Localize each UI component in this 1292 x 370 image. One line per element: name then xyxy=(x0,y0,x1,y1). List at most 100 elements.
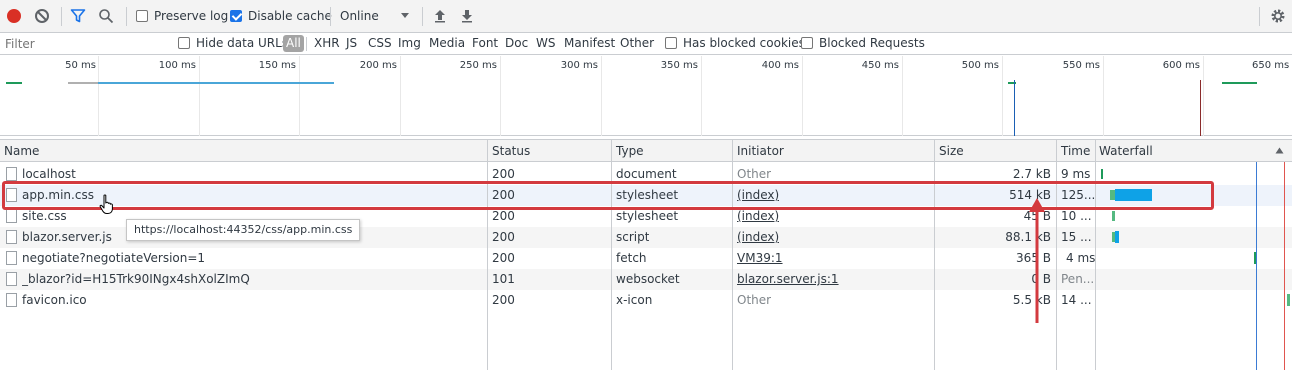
dom-content-loaded-line xyxy=(1014,80,1015,136)
timeline-label: 550 ms xyxy=(1062,60,1100,71)
blocked-requests-checkbox[interactable] xyxy=(801,37,813,49)
column-divider[interactable] xyxy=(1095,139,1096,370)
record-icon xyxy=(7,9,21,23)
has-blocked-cookies-checkbox[interactable] xyxy=(665,37,677,49)
column-divider[interactable] xyxy=(1056,139,1057,370)
clear-button[interactable] xyxy=(34,8,50,24)
request-type: script xyxy=(616,230,650,244)
timeline-label: 50 ms xyxy=(65,60,96,71)
request-initiator-link[interactable]: VM39:1 xyxy=(737,251,783,265)
request-time: 4 ms xyxy=(1066,251,1096,265)
type-filter-other[interactable]: Other xyxy=(620,36,654,50)
overview-activity-bar xyxy=(1222,82,1257,84)
filter-icon xyxy=(70,9,86,23)
network-toolbar: Preserve log Disable cache Online xyxy=(0,0,1292,33)
type-filter-xhr[interactable]: XHR xyxy=(314,36,340,50)
record-button[interactable] xyxy=(6,8,22,24)
disable-cache-checkbox[interactable] xyxy=(230,10,242,22)
file-icon xyxy=(6,230,17,244)
settings-button[interactable] xyxy=(1270,8,1286,24)
load-event-line xyxy=(1200,80,1201,136)
type-filter-media[interactable]: Media xyxy=(429,36,465,50)
file-icon xyxy=(6,209,17,223)
request-name[interactable]: favicon.ico xyxy=(22,293,482,307)
search-icon xyxy=(99,9,114,24)
type-filter-all[interactable]: All xyxy=(283,35,304,52)
preserve-log-label[interactable]: Preserve log xyxy=(154,9,228,23)
request-status: 101 xyxy=(492,272,515,286)
request-name[interactable]: negotiate?negotiateVersion=1 xyxy=(22,251,482,265)
request-status: 200 xyxy=(492,209,515,223)
timeline-label: 600 ms xyxy=(1162,60,1200,71)
request-initiator: Other xyxy=(737,167,772,181)
type-filter-font[interactable]: Font xyxy=(472,36,498,50)
request-initiator-link[interactable]: blazor.server.js:1 xyxy=(737,272,839,286)
request-status: 200 xyxy=(492,251,515,265)
request-initiator: Other xyxy=(737,293,772,307)
filter-input[interactable] xyxy=(2,34,164,53)
type-filter-doc[interactable]: Doc xyxy=(505,36,528,50)
waterfall-bar xyxy=(1287,294,1290,306)
preserve-log-checkbox[interactable] xyxy=(136,10,148,22)
column-divider[interactable] xyxy=(611,139,612,370)
type-filter-js[interactable]: JS xyxy=(346,36,357,50)
type-filter-css[interactable]: CSS xyxy=(368,36,392,50)
request-initiator-link[interactable]: (index) xyxy=(737,209,779,223)
column-header-name[interactable]: Name xyxy=(4,144,39,158)
column-divider[interactable] xyxy=(732,139,733,370)
request-name[interactable]: _blazor?id=H15Trk90INgx4shXolZImQ xyxy=(22,272,482,286)
chevron-down-icon xyxy=(401,13,409,18)
request-status: 200 xyxy=(492,230,515,244)
table-row[interactable]: _blazor?id=H15Trk90INgx4shXolZImQ 101 we… xyxy=(0,269,1292,290)
throttling-select[interactable]: Online xyxy=(336,5,416,27)
request-time: 9 ms xyxy=(1061,167,1091,181)
type-filter-img[interactable]: Img xyxy=(398,36,421,50)
timeline-label: 300 ms xyxy=(560,60,598,71)
overview-activity-bar xyxy=(98,82,334,84)
type-filter-manifest[interactable]: Manifest xyxy=(564,36,615,50)
export-har-button[interactable] xyxy=(459,8,475,24)
hide-data-urls-checkbox[interactable] xyxy=(178,37,190,49)
timeline-overview[interactable]: 50 ms 100 ms 150 ms 200 ms 250 ms 300 ms… xyxy=(0,56,1292,136)
request-status: 200 xyxy=(492,167,515,181)
request-type: websocket xyxy=(616,272,680,286)
sort-ascending-icon[interactable] xyxy=(1275,147,1284,154)
timeline-label: 400 ms xyxy=(761,60,799,71)
blocked-requests-label[interactable]: Blocked Requests xyxy=(819,36,925,50)
hide-data-urls-label[interactable]: Hide data URLs xyxy=(196,36,288,50)
request-time: 15 ... xyxy=(1061,230,1092,244)
column-header-type[interactable]: Type xyxy=(616,144,644,158)
request-type: document xyxy=(616,167,677,181)
column-header-time[interactable]: Time xyxy=(1061,144,1090,158)
column-header-size[interactable]: Size xyxy=(939,144,964,158)
overview-activity-bar xyxy=(68,82,98,84)
request-name[interactable]: localhost xyxy=(22,167,482,181)
column-header-waterfall[interactable]: Waterfall xyxy=(1099,144,1153,158)
request-time: 14 ... xyxy=(1061,293,1092,307)
table-row[interactable]: favicon.ico 200 x-icon Other 5.5 kB 14 .… xyxy=(0,290,1292,311)
request-status: 200 xyxy=(492,293,515,307)
hand-cursor-icon xyxy=(99,194,113,214)
column-divider[interactable] xyxy=(934,139,935,370)
waterfall-bar xyxy=(1112,211,1115,221)
timeline-label: 650 ms xyxy=(1252,60,1290,71)
type-filter-ws[interactable]: WS xyxy=(536,36,555,50)
annotation-arrow xyxy=(1029,198,1045,323)
has-blocked-cookies-label[interactable]: Has blocked cookies xyxy=(683,36,805,50)
search-button[interactable] xyxy=(98,8,114,24)
download-icon xyxy=(462,10,472,23)
timeline-label: 500 ms xyxy=(961,60,999,71)
disable-cache-label[interactable]: Disable cache xyxy=(248,9,332,23)
table-row[interactable]: negotiate?negotiateVersion=1 200 fetch V… xyxy=(0,248,1292,269)
timeline-label: 100 ms xyxy=(158,60,196,71)
column-header-initiator[interactable]: Initiator xyxy=(737,144,784,158)
request-initiator-link[interactable]: (index) xyxy=(737,230,779,244)
upload-icon xyxy=(435,10,445,23)
column-header-status[interactable]: Status xyxy=(492,144,530,158)
timeline-label: 200 ms xyxy=(359,60,397,71)
timeline-label: 150 ms xyxy=(258,60,296,71)
filter-toggle-button[interactable] xyxy=(70,8,86,24)
column-divider[interactable] xyxy=(487,139,488,370)
url-tooltip: https://localhost:44352/css/app.min.css xyxy=(126,219,361,241)
import-har-button[interactable] xyxy=(432,8,448,24)
